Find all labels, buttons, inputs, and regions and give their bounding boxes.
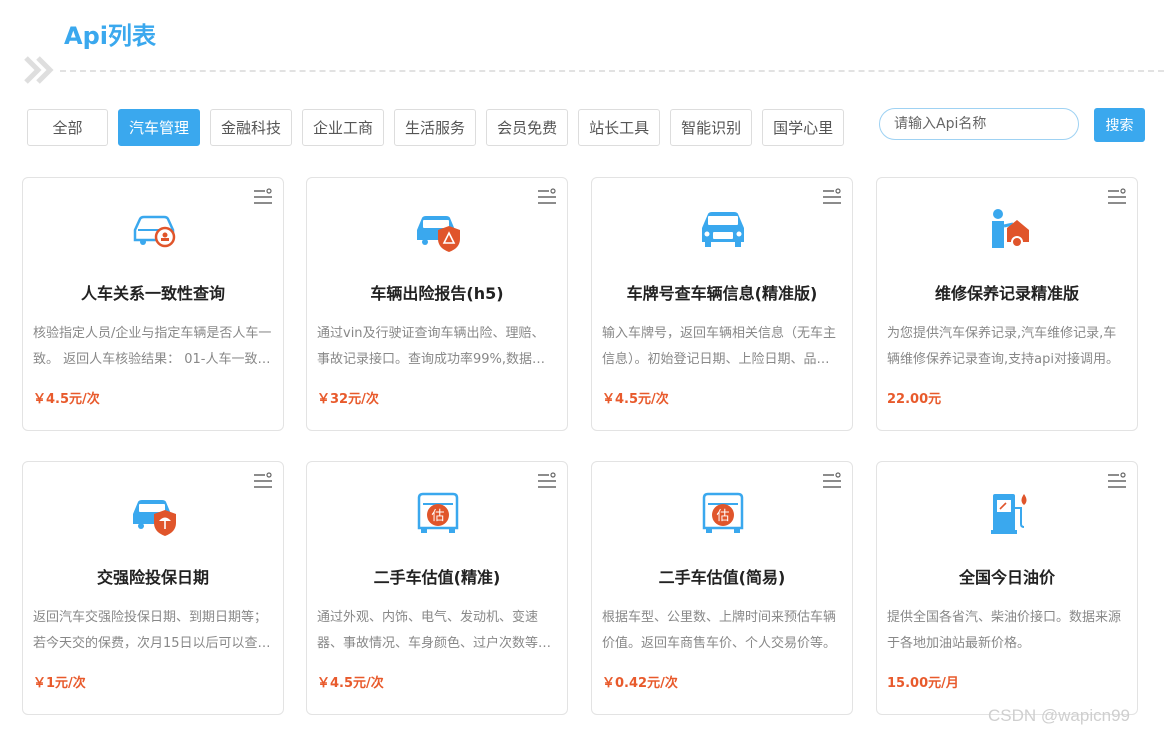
tab-sinology[interactable]: 国学心里 — [762, 109, 845, 146]
api-name[interactable]: 二手车估值(精准) — [307, 564, 567, 588]
api-name[interactable]: 二手车估值(简易) — [592, 564, 852, 588]
car-repair-icon — [992, 209, 1029, 248]
watermark: CSDN @wapicn99 — [988, 706, 1130, 725]
api-price: ￥0.42元/次 — [602, 676, 678, 691]
api-price: ￥32元/次 — [317, 392, 379, 407]
api-description: 根据车型、公里数、上牌时间来预估车辆价值。返回车商售车价、个人交易价等。 — [602, 610, 837, 651]
api-card[interactable]: 估 二手车估值(精准) 通过外观、内饰、电气、发动机、变速器、事故情况、车身颜色… — [306, 461, 568, 715]
tab-recognition[interactable]: 智能识别 — [670, 109, 753, 146]
api-description: 提供全国各省汽、柴油价接口。数据来源于各地加油站最新价格。 — [887, 610, 1122, 651]
tab-life-services[interactable]: 生活服务 — [394, 109, 477, 146]
svg-text:估: 估 — [431, 509, 444, 524]
api-description: 通过外观、内饰、电气、发动机、变速器、事故情况、车身颜色、过户次数等估值。 — [317, 610, 552, 651]
api-price: ￥4.5元/次 — [317, 676, 384, 691]
menu-icon[interactable] — [822, 472, 842, 490]
menu-icon[interactable] — [253, 472, 273, 490]
tab-enterprise[interactable]: 企业工商 — [302, 109, 385, 146]
car-insurance-icon — [133, 500, 176, 536]
api-description: 为您提供汽车保养记录,汽车维修记录,车辆维修保养记录查询,支持api对接调用。 — [887, 326, 1119, 367]
car-people-icon — [133, 215, 176, 248]
menu-icon[interactable] — [253, 188, 273, 206]
car-valuation-icon: 估 — [417, 492, 459, 533]
double-chevron-icon — [24, 56, 54, 84]
car-valuation-simple-icon: 估 — [702, 492, 744, 533]
tab-webmaster-tools[interactable]: 站长工具 — [578, 109, 661, 146]
tab-car-management[interactable]: 汽车管理 — [118, 109, 201, 146]
api-description: 通过vin及行驶证查询车辆出险、理赔、事故记录接口。查询成功率99%,数据实时更… — [317, 326, 546, 367]
api-name[interactable]: 车辆出险报告(h5) — [307, 280, 567, 304]
api-name[interactable]: 人车关系一致性查询 — [23, 280, 283, 304]
header-divider — [60, 70, 1164, 72]
search-button[interactable]: 搜索 — [1094, 108, 1145, 142]
api-name[interactable]: 交强险投保日期 — [23, 564, 283, 588]
api-name[interactable]: 维修保养记录精准版 — [877, 280, 1137, 304]
car-plate-icon — [702, 212, 744, 247]
api-price: ￥4.5元/次 — [33, 392, 100, 407]
api-description: 输入车牌号，返回车辆相关信息（无车主信息）。初始登记日期、上险日期、品牌型号等。 — [602, 326, 837, 367]
api-description: 返回汽车交强险投保日期、到期日期等； 若今天交的保费，次月15日以后可以查到。 — [33, 610, 268, 651]
api-description: 核验指定人员/企业与指定车辆是否人车一致。 返回人车核验结果： 01-人车一致，… — [33, 326, 272, 367]
svg-text:估: 估 — [716, 509, 729, 524]
api-card[interactable]: 交强险投保日期 返回汽车交强险投保日期、到期日期等； 若今天交的保费，次月15日… — [22, 461, 284, 715]
api-card[interactable]: 人车关系一致性查询 核验指定人员/企业与指定车辆是否人车一致。 返回人车核验结果… — [22, 177, 284, 431]
api-name[interactable]: 车牌号查车辆信息(精准版) — [592, 280, 852, 304]
search-input[interactable] — [879, 108, 1079, 140]
api-card[interactable]: 车辆出险报告(h5) 通过vin及行驶证查询车辆出险、理赔、事故记录接口。查询成… — [306, 177, 568, 431]
page-title: Api列表 — [64, 22, 156, 50]
api-name[interactable]: 全国今日油价 — [877, 564, 1137, 588]
tab-fintech[interactable]: 金融科技 — [210, 109, 293, 146]
api-card[interactable]: 估 二手车估值(简易) 根据车型、公里数、上牌时间来预估车辆价值。返回车商售车价… — [591, 461, 853, 715]
api-price: 15.00元/月 — [887, 676, 959, 691]
menu-icon[interactable] — [1107, 188, 1127, 206]
tab-member-free[interactable]: 会员免费 — [486, 109, 569, 146]
api-price: 22.00元 — [887, 392, 942, 407]
category-tabs: 全部 汽车管理 金融科技 企业工商 生活服务 会员免费 站长工具 智能识别 国学… — [27, 109, 845, 146]
fuel-pump-icon — [991, 494, 1027, 534]
menu-icon[interactable] — [537, 472, 557, 490]
api-card[interactable]: 全国今日油价 提供全国各省汽、柴油价接口。数据来源于各地加油站最新价格。 15.… — [876, 461, 1138, 715]
menu-icon[interactable] — [537, 188, 557, 206]
menu-icon[interactable] — [1107, 472, 1127, 490]
api-price: ￥4.5元/次 — [602, 392, 669, 407]
tab-all[interactable]: 全部 — [27, 109, 108, 146]
api-price: ￥1元/次 — [33, 676, 86, 691]
api-card[interactable]: 维修保养记录精准版 为您提供汽车保养记录,汽车维修记录,车辆维修保养记录查询,支… — [876, 177, 1138, 431]
car-warning-icon — [417, 216, 460, 252]
api-card[interactable]: 车牌号查车辆信息(精准版) 输入车牌号，返回车辆相关信息（无车主信息）。初始登记… — [591, 177, 853, 431]
menu-icon[interactable] — [822, 188, 842, 206]
